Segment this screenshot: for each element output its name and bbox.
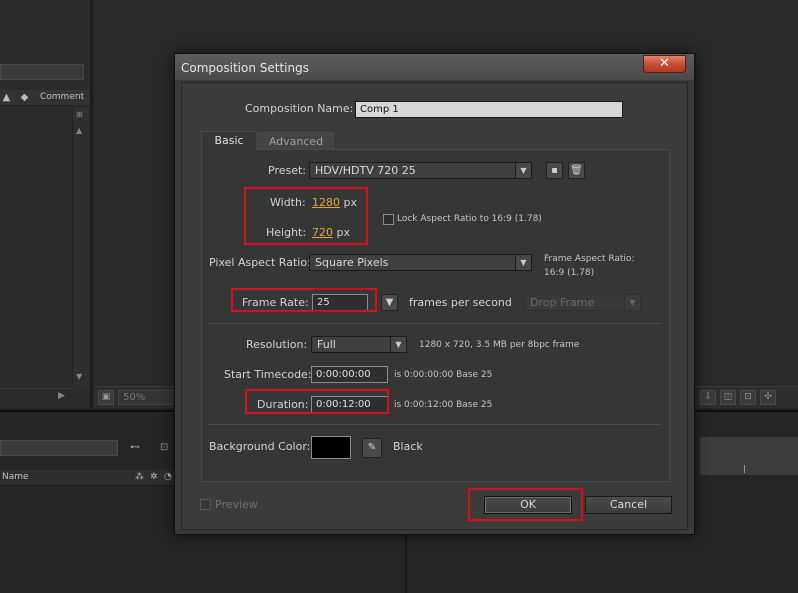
shy-icon[interactable]: ⁂	[135, 472, 144, 482]
project-scrollbar[interactable]: ⊞ ▲ ▼	[72, 108, 88, 386]
current-time-tick	[744, 465, 745, 473]
triangle-up-icon[interactable]: ▲	[0, 91, 13, 104]
draft-3d-icon[interactable]: ⊡	[160, 442, 168, 453]
project-column-header: ▲ ◆ Comment	[0, 90, 90, 106]
cancel-button[interactable]: Cancel	[585, 496, 672, 514]
comp-name-input[interactable]: Comp 1	[355, 101, 623, 118]
dialog-titlebar[interactable]: Composition Settings ✕	[175, 54, 694, 80]
preview-checkbox	[200, 499, 211, 510]
viewer-zoom[interactable]: 50%	[118, 390, 178, 405]
close-icon: ✕	[659, 56, 670, 71]
bg-color-label: Background Color:	[209, 440, 311, 453]
trash-icon: 🗑	[570, 165, 583, 176]
floppy-disk-icon: ▪	[551, 165, 558, 176]
motion-blur-icon[interactable]: ◔	[164, 472, 172, 482]
timeline-search-input[interactable]	[0, 440, 118, 456]
drop-frame-select: Drop Frame ▼	[524, 294, 641, 311]
eyedropper-icon: ✎	[367, 442, 377, 453]
preset-select[interactable]: HDV/HDTV 720 25 ▼	[309, 162, 532, 179]
preset-value: HDV/HDTV 720 25	[315, 164, 416, 177]
scroll-up-icon[interactable]: ▲	[76, 126, 82, 135]
chevron-down-icon: ▼	[624, 295, 640, 310]
preview-label: Preview	[215, 498, 258, 511]
frame-rate-highlight	[231, 288, 377, 312]
chevron-down-icon: ▼	[390, 337, 406, 352]
pixel-aspect-select[interactable]: Square Pixels ▼	[309, 254, 532, 271]
frame-aspect-label: Frame Aspect Ratio:	[544, 254, 635, 264]
fx-icon[interactable]: ✲	[150, 472, 158, 482]
panel-divider	[405, 532, 407, 593]
bg-color-name: Black	[393, 440, 423, 453]
chevron-down-icon: ▼	[515, 255, 531, 270]
snapshot-icon[interactable]: ⇩	[700, 390, 716, 405]
start-timecode-label: Start Timecode:	[224, 368, 312, 381]
section-divider	[209, 323, 661, 324]
fast-preview-icon[interactable]: ✣	[760, 390, 776, 405]
close-button[interactable]: ✕	[643, 55, 686, 73]
column-name[interactable]: Name	[2, 472, 29, 482]
time-ruler[interactable]	[700, 437, 798, 475]
project-bottom-bar: ▶	[0, 388, 72, 406]
preset-label: Preset:	[268, 164, 307, 177]
dialog-title: Composition Settings	[181, 61, 309, 75]
composition-settings-dialog: Composition Settings ✕ Composition Name:…	[174, 53, 695, 535]
scroll-right-icon[interactable]: ▶	[58, 391, 65, 401]
region-icon[interactable]: ▣	[98, 390, 114, 405]
section-divider	[209, 424, 661, 425]
start-timecode-input[interactable]: 0:00:00:00	[311, 366, 388, 383]
scroll-down-icon[interactable]: ▼	[76, 372, 82, 381]
resolution-label: Resolution:	[246, 338, 308, 351]
chevron-down-icon: ▼	[515, 163, 531, 178]
resolution-info: 1280 x 720, 3.5 MB per 8bpc frame	[419, 340, 580, 350]
dialog-content: Composition Name: Comp 1 Advanced Basic …	[181, 82, 688, 530]
lock-aspect-checkbox[interactable]	[383, 214, 394, 225]
duration-info: is 0:00:12:00 Base 25	[394, 400, 493, 410]
width-height-highlight	[244, 187, 368, 245]
chevron-down-icon: ▼	[385, 297, 394, 308]
eyedropper-button[interactable]: ✎	[362, 438, 382, 458]
frame-aspect-value: 16:9 (1.78)	[544, 268, 595, 278]
tag-icon[interactable]: ◆	[18, 91, 31, 104]
show-snapshot-icon[interactable]: ◫	[720, 390, 736, 405]
comp-mini-flowchart-icon[interactable]: ⊷	[130, 442, 140, 453]
duration-highlight	[245, 389, 389, 414]
start-timecode-info: is 0:00:00:00 Base 25	[394, 370, 493, 380]
tab-basic[interactable]: Basic	[201, 131, 257, 151]
drop-frame-value: Drop Frame	[530, 296, 595, 309]
pixel-aspect-label: Pixel Aspect Ratio:	[209, 256, 311, 269]
delete-preset-button[interactable]: 🗑	[568, 162, 585, 179]
frame-rate-unit: frames per second	[409, 296, 512, 309]
frame-rate-dropdown[interactable]: ▼	[381, 294, 398, 311]
project-search-input[interactable]	[0, 64, 84, 80]
save-preset-button[interactable]: ▪	[546, 162, 563, 179]
channel-icon[interactable]: ⊡	[740, 390, 756, 405]
flowchart-icon[interactable]: ⊞	[76, 110, 83, 119]
resolution-select[interactable]: Full ▼	[311, 336, 407, 353]
bg-color-swatch[interactable]	[311, 436, 351, 459]
column-comment[interactable]: Comment	[40, 92, 84, 102]
lock-aspect-label: Lock Aspect Ratio to 16:9 (1.78)	[397, 214, 542, 224]
ok-highlight	[468, 488, 583, 521]
resolution-value: Full	[317, 338, 336, 351]
pixel-aspect-value: Square Pixels	[315, 256, 389, 269]
project-panel: ▲ ◆ Comment ⊞ ▲ ▼ ▶	[0, 0, 92, 408]
comp-name-label: Composition Name:	[245, 102, 354, 115]
